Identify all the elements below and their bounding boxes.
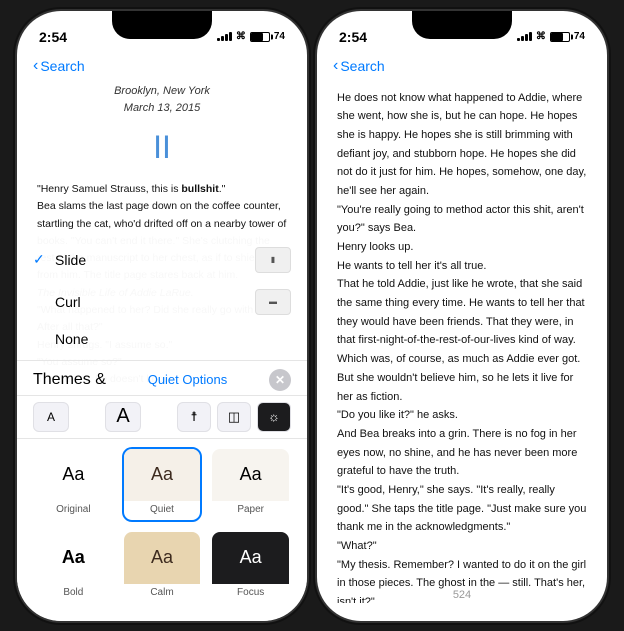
- theme-original-card[interactable]: Aa Original: [33, 447, 114, 522]
- r-para-2: "You're really going to method actor thi…: [337, 201, 587, 238]
- left-nav-bar: ‹ Search: [17, 55, 307, 83]
- right-back-button[interactable]: ‹ Search: [333, 57, 385, 75]
- theme-quiet-sample: Aa: [124, 449, 201, 501]
- quiet-options-label[interactable]: Quiet Options: [148, 372, 228, 387]
- battery-pct: 74: [274, 31, 285, 42]
- theme-bold-card[interactable]: Aa Bold: [33, 530, 114, 605]
- theme-calm-label: Calm: [150, 584, 173, 603]
- right-notch: [412, 11, 512, 39]
- left-back-label: Search: [40, 58, 84, 74]
- slide-label: Slide: [55, 252, 86, 268]
- right-back-chevron-icon: ‹: [333, 57, 338, 75]
- para-1: "Henry Samuel Strauss, this is bullshit.…: [37, 181, 287, 198]
- check-slide: ✓: [33, 251, 49, 268]
- battery-icon: [250, 32, 270, 42]
- theme-quiet-card[interactable]: Aa Quiet: [122, 447, 203, 522]
- chapter-numeral: II: [37, 122, 287, 173]
- theme-bold-label: Bold: [63, 584, 83, 603]
- theme-focus-card[interactable]: Aa Focus: [210, 530, 291, 605]
- brightness-button[interactable]: ☼: [257, 402, 291, 432]
- wifi-icon: ⌘: [236, 31, 246, 42]
- themes-header-row: Themes & Quiet Options ✕: [17, 361, 307, 395]
- theme-grid: Aa Original Aa Quiet Aa Paper Aa Bold Aa: [17, 439, 307, 621]
- transition-slide[interactable]: ✓ Slide ▮: [33, 239, 291, 281]
- r-para-1: He does not know what happened to Addie,…: [337, 89, 587, 201]
- r-para-7: "Do you like it?" he asks.: [337, 406, 587, 425]
- transition-none[interactable]: ✓ None: [33, 323, 291, 356]
- page-number: 524: [317, 589, 607, 601]
- right-battery-icon: [550, 32, 570, 42]
- signal-bars: [217, 32, 232, 41]
- close-button[interactable]: ✕: [269, 369, 291, 391]
- theme-focus-label: Focus: [237, 584, 264, 603]
- right-phone: 2:54 ⌘ 74 ‹ Search He does not know: [317, 11, 607, 621]
- right-battery-pct: 74: [574, 31, 585, 42]
- font-decrease-button[interactable]: A: [33, 402, 69, 432]
- right-book-text: He does not know what happened to Addie,…: [337, 89, 587, 603]
- r-para-5: That he told Addie, just like he wrote, …: [337, 275, 587, 368]
- right-status-icons: ⌘ 74: [517, 31, 585, 42]
- back-chevron-icon: ‹: [33, 57, 38, 75]
- right-wifi-icon: ⌘: [536, 31, 546, 42]
- theme-paper-label: Paper: [237, 501, 264, 520]
- theme-panel: ✓ Slide ▮ ✓ Curl ▬ ✓ None: [17, 231, 307, 621]
- left-status-icons: ⌘ 74: [217, 31, 285, 42]
- theme-quiet-label: Quiet: [150, 501, 174, 520]
- right-time: 2:54: [339, 29, 367, 45]
- left-status-bar: 2:54 ⌘ 74: [17, 11, 307, 55]
- font-increase-button[interactable]: A: [105, 402, 141, 432]
- right-signal-bars: [517, 32, 532, 41]
- r-para-9: "It's good, Henry," she says. "It's real…: [337, 481, 587, 537]
- curl-label: Curl: [55, 294, 81, 310]
- theme-focus-sample: Aa: [212, 532, 289, 584]
- font-type-button[interactable]: ☨: [177, 402, 211, 432]
- theme-original-sample: Aa: [35, 449, 112, 501]
- curl-thumb: ▬: [255, 289, 291, 315]
- font-style-controls: ☨ ◫ ☼: [177, 402, 291, 432]
- left-back-button[interactable]: ‹ Search: [33, 57, 85, 75]
- r-para-3: Henry looks up.: [337, 238, 587, 257]
- columns-button[interactable]: ◫: [217, 402, 251, 432]
- theme-paper-card[interactable]: Aa Paper: [210, 447, 291, 522]
- transition-curl[interactable]: ✓ Curl ▬: [33, 281, 291, 323]
- right-nav-bar: ‹ Search: [317, 55, 607, 83]
- font-controls: A A ☨ ◫ ☼: [17, 395, 307, 439]
- slide-thumb: ▮: [255, 247, 291, 273]
- theme-calm-sample: Aa: [124, 532, 201, 584]
- left-phone: 2:54 ⌘ 74 ‹ Search Brooklyn, New YorkMar…: [17, 11, 307, 621]
- phones-container: 2:54 ⌘ 74 ‹ Search Brooklyn, New YorkMar…: [17, 11, 607, 621]
- theme-bold-sample: Aa: [35, 532, 112, 584]
- right-status-bar: 2:54 ⌘ 74: [317, 11, 607, 55]
- theme-original-label: Original: [56, 501, 90, 520]
- r-para-8: And Bea breaks into a grin. There is no …: [337, 425, 587, 481]
- theme-paper-sample: Aa: [212, 449, 289, 501]
- left-time: 2:54: [39, 29, 67, 45]
- r-para-10: "What?": [337, 537, 587, 556]
- theme-calm-card[interactable]: Aa Calm: [122, 530, 203, 605]
- book-location: Brooklyn, New YorkMarch 13, 2015: [37, 83, 287, 118]
- r-para-6: But she wouldn't believe him, so he lets…: [337, 369, 587, 406]
- none-label: None: [55, 331, 88, 347]
- transition-options: ✓ Slide ▮ ✓ Curl ▬ ✓ None: [17, 231, 307, 361]
- right-book-content: He does not know what happened to Addie,…: [317, 83, 607, 603]
- check-curl: ✓: [33, 293, 49, 310]
- notch: [112, 11, 212, 39]
- r-para-4: He wants to tell her it's all true.: [337, 257, 587, 276]
- themes-section-title: Themes &: [33, 371, 106, 389]
- right-back-label: Search: [340, 58, 384, 74]
- check-none: ✓: [33, 331, 49, 348]
